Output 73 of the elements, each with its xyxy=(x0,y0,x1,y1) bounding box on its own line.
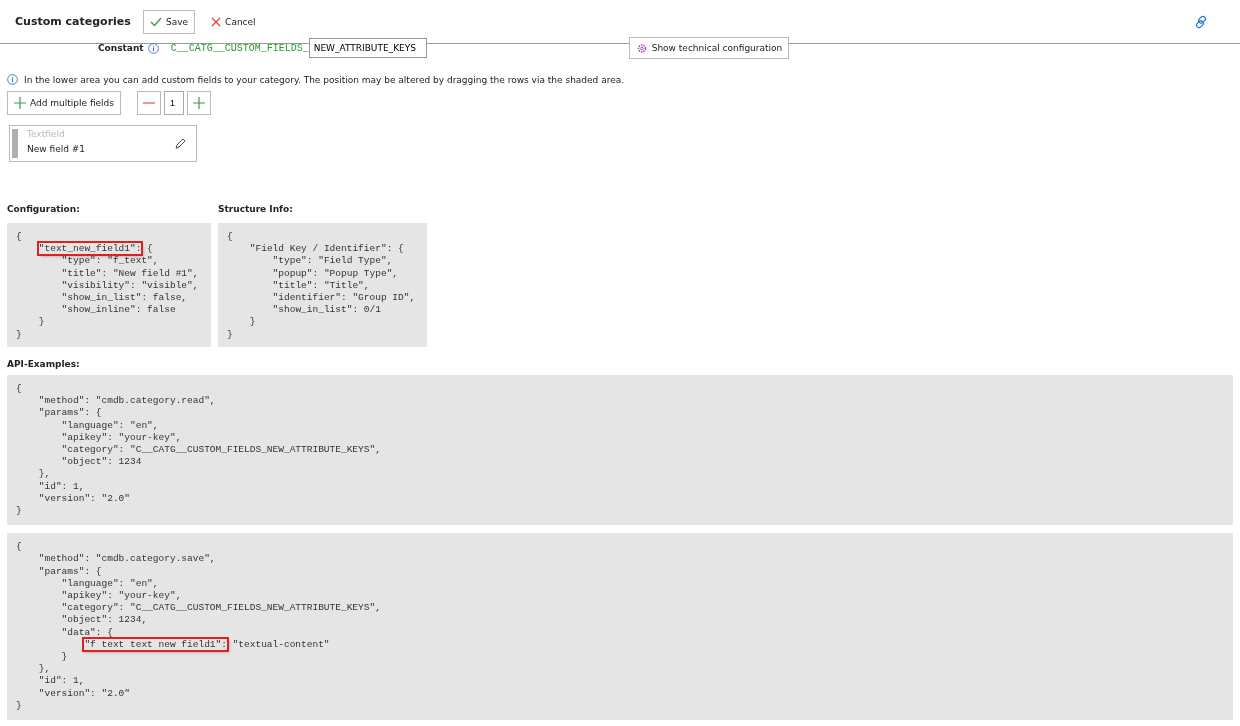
code-line: "type": "Field Type", xyxy=(271,255,394,268)
code-line: } xyxy=(16,699,23,713)
code-line: "params": { xyxy=(37,407,103,420)
section-label: Configuration: xyxy=(7,204,81,214)
code-line: "id": 1, xyxy=(37,675,86,688)
save-button[interactable]: Save xyxy=(143,9,196,34)
code-line: } xyxy=(60,651,69,664)
info-icon xyxy=(147,42,159,54)
code-line: { xyxy=(227,231,234,244)
code-line: "method": "cmdb.category.save", xyxy=(37,553,217,566)
code-line: } xyxy=(16,505,23,518)
field-title: New field #1 xyxy=(27,144,86,154)
code-text: "textual-content" xyxy=(231,638,330,650)
section-label: API-Examples: xyxy=(7,359,81,369)
code-line: "identifier": "Group ID", xyxy=(271,292,417,305)
code-line: "object": 1234 xyxy=(60,456,143,469)
constant-prefix: C__CATG__CUSTOM_FIELDS_ xyxy=(170,42,309,54)
close-icon xyxy=(211,16,222,27)
plus-icon xyxy=(193,97,205,109)
code-line: "version": "2.0" xyxy=(37,687,132,700)
code-line: "data": { xyxy=(60,626,114,639)
info-icon xyxy=(7,74,18,85)
technical-configuration-button[interactable]: Show technical configuration xyxy=(628,37,790,59)
code-line: "params": { xyxy=(37,565,103,578)
code-line: }, xyxy=(37,663,52,676)
check-icon xyxy=(150,16,162,27)
code-line: "show_inline": false xyxy=(60,304,177,317)
increase-button[interactable] xyxy=(187,91,211,115)
code-line: "category": "C__CATG__CUSTOM_FIELDS_NEW_ATTRIBUTE_KEYS", xyxy=(60,444,382,457)
section-label: Structure Info: xyxy=(218,204,294,214)
gear-icon xyxy=(635,42,648,54)
drag-handle[interactable] xyxy=(12,129,18,158)
constant-label: Constant xyxy=(98,43,144,53)
decrease-button[interactable] xyxy=(137,91,161,115)
add-multiple-fields-button[interactable]: Add multiple fields xyxy=(7,91,121,115)
code-line: { xyxy=(16,383,23,396)
code-line: }, xyxy=(37,468,52,481)
plus-icon xyxy=(14,97,26,109)
highlighted-code: "f text text new field1": xyxy=(84,638,227,650)
code-line: "version": "2.0" xyxy=(37,492,132,506)
code-line: "title": "Title", xyxy=(271,279,371,292)
pencil-icon[interactable] xyxy=(174,138,186,150)
info-text: In the lower area you can add custom fields to your category. The position may be altered by dragging the rows via the shaded area. xyxy=(24,74,625,85)
code-line: { xyxy=(16,231,23,244)
page-title: Custom categories xyxy=(15,15,132,28)
link-icon[interactable] xyxy=(1194,14,1208,29)
code-line: "language": "en", xyxy=(60,577,160,591)
code-line: "title": "New field #1", xyxy=(60,267,200,280)
code-line: } xyxy=(248,316,257,329)
minus-icon xyxy=(143,102,155,104)
count-field[interactable]: 1 xyxy=(164,91,184,115)
code-line: "id": 1, xyxy=(37,480,86,493)
field-type: Textfield xyxy=(27,129,66,139)
code-line: "language": "en", xyxy=(60,419,160,432)
code-line: "category": "C__CATG__CUSTOM_FIELDS_NEW_ATTRIBUTE_KEYS", xyxy=(60,602,382,615)
code-line: "visibility": "visible", xyxy=(60,279,200,292)
code-line: "type": "f_text", xyxy=(60,255,160,268)
code-text: { xyxy=(146,243,153,255)
code-line: "object": 1234, xyxy=(60,614,149,627)
code-line: "popup": "Popup Type", xyxy=(271,267,400,280)
code-line: "show_in_list": 0/1 xyxy=(271,304,382,317)
constant-field[interactable]: NEW_ATTRIBUTE_KEYS xyxy=(308,38,427,58)
code-line: "show_in_list": false, xyxy=(60,292,189,305)
code-line: { xyxy=(16,541,23,554)
highlighted-code: "text_new_field1": xyxy=(38,243,142,255)
code-line: } xyxy=(16,328,23,341)
code-line: "Field Key / Identifier": { xyxy=(248,243,405,256)
code-line: } xyxy=(227,328,234,341)
code-line: "apikey": "your-key", xyxy=(60,590,183,603)
code-line: "apikey": "your-key", xyxy=(60,431,183,444)
field-card[interactable]: Textfield New field #1 xyxy=(9,125,197,162)
code-line: "method": "cmdb.category.read", xyxy=(37,395,217,408)
code-line: } xyxy=(37,316,46,329)
